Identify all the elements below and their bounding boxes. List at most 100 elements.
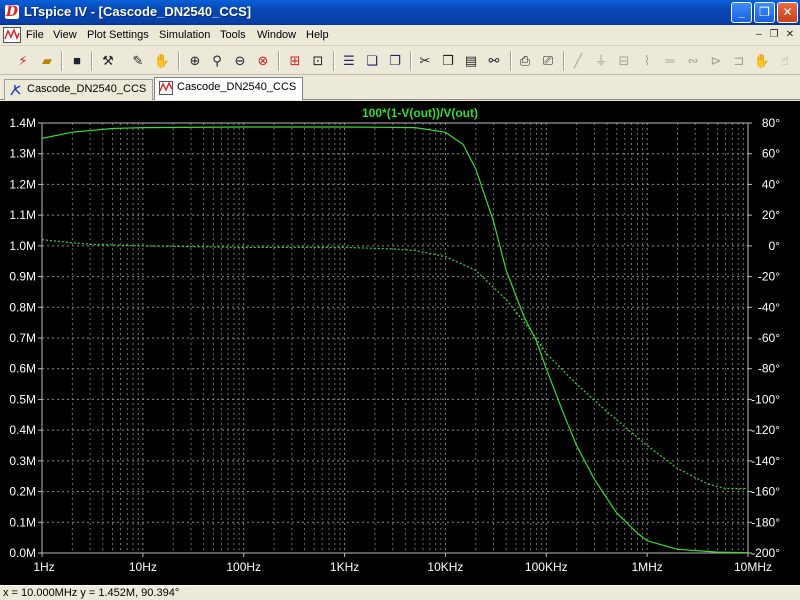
diode-icon[interactable]: ⊳ — [706, 51, 726, 71]
toolbar: ⚡ ▰ ■ ⚒ ✎ ✋ ⊕ ⚲ ⊖ ⊗ ⊞ ⊡ ☰ ❏ ❐ ✂ ❒ ▤ ⚯ ⎙ … — [0, 47, 800, 75]
find-icon[interactable]: ⚯ — [484, 51, 504, 71]
window-title: LTspice IV - [Cascode_DN2540_CCS] — [24, 4, 252, 19]
toolbar-separator — [510, 51, 512, 71]
app-window: D LTspice IV - [Cascode_DN2540_CCS] _ ❐ … — [0, 0, 800, 600]
control-panel-icon[interactable]: ⚒ — [98, 51, 118, 71]
toolbar-separator — [178, 51, 180, 71]
left-axis-tick-label: 1.1M — [9, 208, 36, 222]
right-axis-tick-label: 0° — [769, 239, 781, 253]
left-axis-tick-label: 0.0M — [9, 546, 36, 560]
tile-horizontal-icon[interactable]: ☰ — [339, 51, 359, 71]
capacitor-icon[interactable]: ═ — [660, 51, 680, 71]
status-bar: x = 10.000MHz y = 1.452M, 90.394° — [0, 585, 800, 600]
left-axis-tick-label: 1.3M — [9, 147, 36, 161]
close-icon: ✕ — [782, 5, 793, 19]
left-axis-tick-label: 0.9M — [9, 270, 36, 284]
wire-icon[interactable]: ╱ — [568, 51, 588, 71]
left-axis-tick-label: 1.2M — [9, 177, 36, 191]
waveform-doc-icon[interactable] — [3, 27, 21, 43]
left-axis-tick-label: 1.0M — [9, 239, 36, 253]
print-icon[interactable]: ⎚ — [538, 51, 558, 71]
restore-icon: ❐ — [759, 5, 770, 19]
x-axis-tick-label: 10Hz — [129, 560, 157, 574]
ground-icon[interactable]: ⏚ — [591, 51, 611, 71]
left-axis-tick-label: 0.1M — [9, 515, 36, 529]
right-axis-tick-label: -120° — [751, 423, 780, 437]
tab-label: Cascode_DN2540_CCS — [27, 83, 147, 95]
move-icon[interactable]: ✋ — [752, 51, 772, 71]
plot-canvas[interactable]: 0.0M 0.1M 0.2M 0.3M 0.4M 0.5M 0.6M 0.7M 0.8M 0.9M… — [0, 101, 800, 585]
document-tab-bar: Cascode_DN2540_CCS Cascode_DN2540_CCS — [0, 76, 800, 100]
menu-simulation[interactable]: Simulation — [159, 29, 210, 41]
cursor-readout: x = 10.000MHz y = 1.452M, 90.394° — [3, 587, 180, 599]
resistor-icon[interactable]: ⌇ — [637, 51, 657, 71]
tab-waveform[interactable]: Cascode_DN2540_CCS — [154, 77, 304, 100]
grid-icon[interactable]: ⊡ — [308, 51, 328, 71]
toolbar-separator — [61, 51, 63, 71]
component-icon[interactable]: ⊐ — [729, 51, 749, 71]
inductor-icon[interactable]: ∾ — [683, 51, 703, 71]
zoom-cancel-icon[interactable]: ⊗ — [253, 51, 273, 71]
menu-help[interactable]: Help — [306, 29, 329, 41]
right-axis-tick-label: -140° — [751, 454, 780, 468]
x-axis-tick-label: 100Hz — [226, 560, 261, 574]
pan-hand-icon[interactable]: ✋ — [152, 51, 172, 71]
x-axis-tick-label: 10MHz — [734, 560, 772, 574]
minimize-button[interactable]: _ — [731, 2, 752, 23]
close-button[interactable]: ✕ — [777, 2, 798, 23]
left-axis-tick-label: 0.7M — [9, 331, 36, 345]
mdi-minimize-icon[interactable]: – — [752, 28, 766, 42]
open-icon[interactable]: ▰ — [37, 51, 57, 71]
right-axis-tick-label: 60° — [762, 147, 780, 161]
menu-window[interactable]: Window — [257, 29, 296, 41]
menu-view[interactable]: View — [53, 29, 77, 41]
paste-icon[interactable]: ▤ — [461, 51, 481, 71]
toolbar-separator — [278, 51, 280, 71]
probe-icon[interactable]: ✎ — [128, 51, 148, 71]
toolbar-separator — [410, 51, 412, 71]
zoom-fit-icon[interactable]: ⊖ — [230, 51, 250, 71]
toolbar-separator — [333, 51, 335, 71]
tab-schematic[interactable]: Cascode_DN2540_CCS — [4, 79, 154, 100]
right-axis-tick-label: -20° — [758, 270, 780, 284]
title-bar[interactable]: D LTspice IV - [Cascode_DN2540_CCS] _ ❐ … — [0, 0, 800, 25]
right-axis-tick-label: -60° — [758, 331, 780, 345]
print-preview-icon[interactable]: ⎙ — [515, 51, 535, 71]
toolbar-separator — [91, 51, 93, 71]
x-axis-tick-label: 1MHz — [631, 560, 662, 574]
right-axis-tick-label: 80° — [762, 116, 780, 130]
zoom-out-icon[interactable]: ⚲ — [207, 51, 227, 71]
run-icon[interactable]: ⚡ — [13, 51, 33, 71]
right-axis-tick-label: -40° — [758, 300, 780, 314]
tab-label: Cascode_DN2540_CCS — [177, 81, 297, 93]
menu-plot-settings[interactable]: Plot Settings — [87, 29, 149, 41]
drag-icon[interactable]: ☝ — [775, 51, 795, 71]
mdi-close-icon[interactable]: ✕ — [783, 28, 797, 42]
label-icon[interactable]: ⊟ — [614, 51, 634, 71]
waveform-icon — [159, 81, 173, 95]
tile-vertical-icon[interactable]: ❐ — [385, 51, 405, 71]
cut-icon[interactable]: ✂ — [415, 51, 435, 71]
autorange-icon[interactable]: ⊞ — [285, 51, 305, 71]
mdi-restore-icon[interactable]: ❐ — [767, 28, 781, 42]
right-axis-tick-label: -180° — [751, 515, 780, 529]
left-axis-tick-label: 0.3M — [9, 454, 36, 468]
left-axis-tick-label: 0.8M — [9, 300, 36, 314]
waveform-plot[interactable]: 0.0M 0.1M 0.2M 0.3M 0.4M 0.5M 0.6M 0.7M 0.8M 0.9M… — [0, 101, 800, 585]
zoom-in-icon[interactable]: ⊕ — [185, 51, 205, 71]
restore-button[interactable]: ❐ — [754, 2, 775, 23]
left-axis-tick-label: 0.2M — [9, 485, 36, 499]
menu-tools[interactable]: Tools — [220, 29, 246, 41]
right-axis-tick-label: 40° — [762, 177, 780, 191]
save-icon[interactable]: ■ — [67, 51, 87, 71]
menu-file[interactable]: File — [26, 29, 44, 41]
cascade-icon[interactable]: ❏ — [362, 51, 382, 71]
right-axis-tick-label: -80° — [758, 362, 780, 376]
menu-bar: File View Plot Settings Simulation Tools… — [0, 25, 800, 46]
toolbar-separator — [563, 51, 565, 71]
right-axis-tick-label: -160° — [751, 485, 780, 499]
x-axis-tick-label: 1Hz — [33, 560, 54, 574]
right-axis-tick-label: 20° — [762, 208, 780, 222]
copy-icon[interactable]: ❒ — [438, 51, 458, 71]
left-axis-tick-label: 1.4M — [9, 116, 36, 130]
